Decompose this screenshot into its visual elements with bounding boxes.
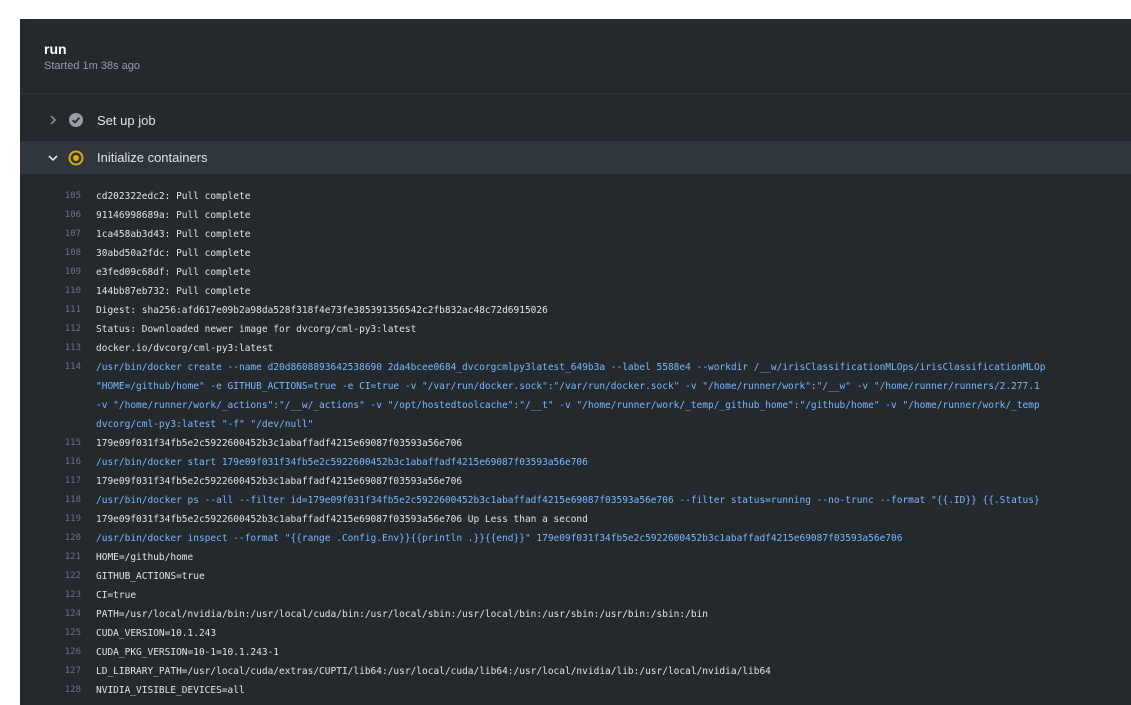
log-line-text: LD_LIBRARY_PATH=/usr/local/cuda/extras/C… [96,666,771,677]
log-line-text: 30abd50a2fdc: Pull complete [96,248,251,259]
log-line-number[interactable]: 106 [20,206,81,225]
log-line: 116/usr/bin/docker start 179e09f031f34fb… [20,453,1131,472]
in-progress-icon [68,150,84,166]
log-line-text: PATH=/usr/local/nvidia/bin:/usr/local/cu… [96,609,708,620]
log-line-number[interactable]: 111 [20,301,81,320]
log-line-number[interactable]: 108 [20,244,81,263]
log-line: 110 144bb87eb732: Pull complete [20,282,1131,301]
log-line-text: "HOME=/github/home" -e GITHUB_ACTIONS=tr… [96,381,1040,392]
step-initialize-containers[interactable]: Initialize containers [20,141,1131,174]
log-line-number[interactable]: 114 [20,358,81,377]
log-line-number[interactable]: 107 [20,225,81,244]
log-line: 107 1ca458ab3d43: Pull complete [20,225,1131,244]
log-line: -v "/home/runner/work/_actions":"/__w/_a… [20,396,1131,415]
log-line: 124 PATH=/usr/local/nvidia/bin:/usr/local… [20,605,1131,624]
log-line: 113 docker.io/dvcorg/cml-py3:latest [20,339,1131,358]
log-line-number[interactable]: 112 [20,320,81,339]
log-line-number[interactable]: 110 [20,282,81,301]
log-line: 115 179e09f031f34fb5e2c5922600452b3c1abaf… [20,434,1131,453]
log-line-number[interactable]: 118 [20,491,81,510]
step-label: Initialize containers [97,150,208,165]
log-line-text: -v "/home/runner/work/_actions":"/__w/_a… [96,400,1040,411]
log-line: "HOME=/github/home" -e GITHUB_ACTIONS=tr… [20,377,1131,396]
job-log-panel: run Started 1m 38s ago Set up job Initia… [20,19,1131,705]
log-line-text: 179e09f031f34fb5e2c5922600452b3c1abaffad… [96,438,463,449]
log-line-number[interactable]: 113 [20,339,81,358]
job-header: run Started 1m 38s ago [20,19,1131,94]
log-line: 127 LD_LIBRARY_PATH=/usr/local/cuda/extra… [20,662,1131,681]
job-started-time: Started 1m 38s ago [44,60,141,72]
log-line: 117 179e09f031f34fb5e2c5922600452b3c1abaf… [20,472,1131,491]
log-line-text: 144bb87eb732: Pull complete [96,286,251,297]
log-line: 119 179e09f031f34fb5e2c5922600452b3c1abaf… [20,510,1131,529]
log-line-text: CUDA_PKG_VERSION=10-1=10.1.243-1 [96,647,280,658]
log-line-number[interactable] [20,377,81,396]
log-line-text: /usr/bin/docker inspect --format "{{rang… [96,533,903,544]
log-line-text: Digest: sha256:afd617e09b2a98da528f318f4… [96,305,548,316]
job-title: run [44,41,67,57]
log-line-number[interactable] [20,415,81,434]
log-line-text: cd202322edc2: Pull complete [96,191,251,202]
log-line-number[interactable]: 122 [20,567,81,586]
log-line-text: NVIDIA_VISIBLE_DEVICES=all [96,685,245,696]
log-line-number[interactable]: 120 [20,529,81,548]
log-line-number[interactable]: 126 [20,643,81,662]
log-line-text: e3fed09c68df: Pull complete [96,267,251,278]
log-line: dvcorg/cml-py3:latest "-f" "/dev/null" [20,415,1131,434]
log-line: 122 GITHUB_ACTIONS=true [20,567,1131,586]
check-circle-icon [68,112,84,128]
log-line-number[interactable]: 125 [20,624,81,643]
log-line-number[interactable] [20,396,81,415]
chevron-down-icon[interactable] [48,153,58,163]
log-line-text: /usr/bin/docker start 179e09f031f34fb5e2… [96,457,588,468]
log-line-text: 179e09f031f34fb5e2c5922600452b3c1abaffad… [96,514,588,525]
log-line-text: Status: Downloaded newer image for dvcor… [96,324,417,335]
log-line-text: HOME=/github/home [96,552,194,563]
log-line: 111 Digest: sha256:afd617e09b2a98da528f31… [20,301,1131,320]
log-line-number[interactable]: 117 [20,472,81,491]
log-line: 128 NVIDIA_VISIBLE_DEVICES=all [20,681,1131,700]
log-line-text: 179e09f031f34fb5e2c5922600452b3c1abaffad… [96,476,463,487]
log-line-number[interactable]: 109 [20,263,81,282]
log-output: 105 cd202322edc2: Pull complete 106 9114699… [20,187,1131,700]
log-line-text: 91146998689a: Pull complete [96,210,251,221]
log-line-number[interactable]: 128 [20,681,81,700]
log-line-text: /usr/bin/docker ps --all --filter id=179… [96,495,1040,506]
log-line-text: dvcorg/cml-py3:latest "-f" "/dev/null" [96,419,314,430]
log-line-text: CUDA_VERSION=10.1.243 [96,628,217,639]
log-line: 108 30abd50a2fdc: Pull complete [20,244,1131,263]
log-line: 118/usr/bin/docker ps --all --filter id=… [20,491,1131,510]
step-label: Set up job [97,112,156,128]
log-line-number[interactable]: 121 [20,548,81,567]
chevron-right-icon[interactable] [48,115,58,125]
log-line-number[interactable]: 115 [20,434,81,453]
log-line: 121 HOME=/github/home [20,548,1131,567]
log-line-number[interactable]: 123 [20,586,81,605]
log-line: 109 e3fed09c68df: Pull complete [20,263,1131,282]
log-line-number[interactable]: 127 [20,662,81,681]
log-line: 106 91146998689a: Pull complete [20,206,1131,225]
log-line-number[interactable]: 124 [20,605,81,624]
log-line: 105 cd202322edc2: Pull complete [20,187,1131,206]
log-line-text: GITHUB_ACTIONS=true [96,571,205,582]
log-line-number[interactable]: 116 [20,453,81,472]
log-line-text: CI=true [96,590,137,601]
log-line: 120/usr/bin/docker inspect --format "{{r… [20,529,1131,548]
log-line-number[interactable]: 105 [20,187,81,206]
step-set-up-job[interactable]: Set up job [20,103,1131,137]
log-line: 126 CUDA_PKG_VERSION=10-1=10.1.243-1 [20,643,1131,662]
log-line-text: docker.io/dvcorg/cml-py3:latest [96,343,274,354]
log-line-text: 1ca458ab3d43: Pull complete [96,229,251,240]
log-line: 114/usr/bin/docker create --name d20d860… [20,358,1131,377]
log-line-text: /usr/bin/docker create --name d20d860889… [96,362,1046,373]
log-line-number[interactable]: 119 [20,510,81,529]
log-line: 112 Status: Downloaded newer image for dv… [20,320,1131,339]
log-line: 125 CUDA_VERSION=10.1.243 [20,624,1131,643]
log-line: 123 CI=true [20,586,1131,605]
